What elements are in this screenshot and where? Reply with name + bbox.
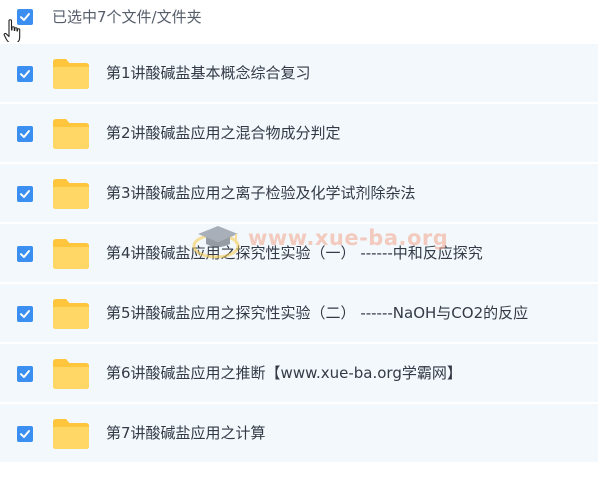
row-checkbox[interactable] (17, 66, 33, 82)
folder-icon (53, 119, 89, 149)
checkmark-icon (20, 190, 30, 198)
checkmark-icon (20, 430, 30, 438)
checkmark-icon (20, 130, 30, 138)
folder-icon (53, 239, 89, 269)
file-row[interactable]: 第4讲酸碱盐应用之探究性实验（一） ------中和反应探究 (0, 222, 598, 282)
checkmark-icon (20, 250, 30, 258)
file-name[interactable]: 第4讲酸碱盐应用之探究性实验（一） ------中和反应探究 (106, 242, 483, 264)
folder-icon (53, 419, 89, 449)
file-row[interactable]: 第5讲酸碱盐应用之探究性实验（二） ------NaOH与CO2的反应 (0, 282, 598, 342)
file-name[interactable]: 第5讲酸碱盐应用之探究性实验（二） ------NaOH与CO2的反应 (106, 302, 528, 324)
file-row[interactable]: 第3讲酸碱盐应用之离子检验及化学试剂除杂法 (0, 162, 598, 222)
row-checkbox[interactable] (17, 126, 33, 142)
checkmark-icon (20, 370, 30, 378)
folder-icon (53, 179, 89, 209)
checkmark-icon (20, 310, 30, 318)
selection-count-label: 已选中7个文件/文件夹 (52, 8, 202, 26)
checkmark-icon (20, 70, 30, 78)
file-name[interactable]: 第2讲酸碱盐应用之混合物成分判定 (106, 122, 341, 144)
file-name[interactable]: 第7讲酸碱盐应用之计算 (106, 422, 266, 444)
row-checkbox[interactable] (17, 306, 33, 322)
file-name[interactable]: 第1讲酸碱盐基本概念综合复习 (106, 62, 311, 84)
file-row[interactable]: 第1讲酸碱盐基本概念综合复习 (0, 42, 598, 102)
file-row[interactable]: 第6讲酸碱盐应用之推断【www.xue-ba.org学霸网】 (0, 342, 598, 402)
file-name[interactable]: 第6讲酸碱盐应用之推断【www.xue-ba.org学霸网】 (106, 362, 462, 384)
folder-icon (53, 299, 89, 329)
file-row[interactable]: 第7讲酸碱盐应用之计算 (0, 402, 598, 462)
row-checkbox[interactable] (17, 246, 33, 262)
row-checkbox[interactable] (17, 186, 33, 202)
folder-icon (53, 359, 89, 389)
file-list: 第1讲酸碱盐基本概念综合复习 第2讲酸碱盐应用之混合物成分判定 第3讲酸碱盐应用… (0, 42, 598, 462)
file-name[interactable]: 第3讲酸碱盐应用之离子检验及化学试剂除杂法 (106, 182, 416, 204)
row-checkbox[interactable] (17, 366, 33, 382)
row-checkbox[interactable] (17, 426, 33, 442)
selection-header: 已选中7个文件/文件夹 (0, 0, 598, 45)
file-row[interactable]: 第2讲酸碱盐应用之混合物成分判定 (0, 102, 598, 162)
folder-icon (53, 59, 89, 89)
